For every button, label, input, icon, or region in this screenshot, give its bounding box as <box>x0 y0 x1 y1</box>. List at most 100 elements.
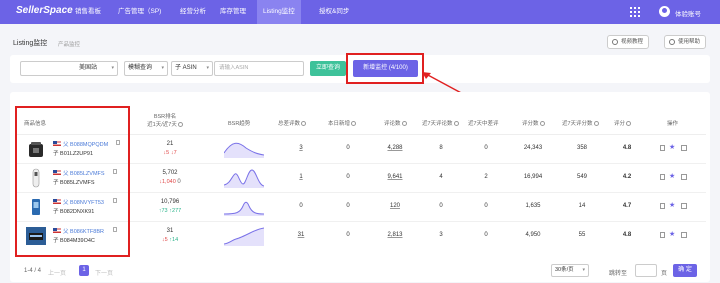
nav-item-sales-dashboard[interactable]: 销售看板 <box>69 0 107 24</box>
review-count[interactable]: 120 <box>382 203 408 209</box>
help-label: 使用帮助 <box>678 39 701 45</box>
document-icon[interactable] <box>660 174 665 180</box>
question-icon <box>593 121 599 127</box>
new-reviews-7d: 0 <box>439 203 443 209</box>
document-icon[interactable] <box>660 145 665 151</box>
question-icon <box>626 121 632 127</box>
checkbox-icon[interactable] <box>681 232 687 238</box>
header-new-ratings-7d: 近7天评分数 <box>562 121 599 128</box>
header-rating-count: 评分数 <box>522 121 545 128</box>
nav-item-business-analysis[interactable]: 经营分析 <box>174 0 212 24</box>
header-new-today: 本日新增 <box>328 121 357 128</box>
checkbox-icon[interactable] <box>681 145 687 151</box>
new-reviews-7d: 3 <box>439 232 443 238</box>
highlight-box-new-monitor <box>346 53 424 84</box>
rating-count: 4,950 <box>525 232 541 238</box>
query-button[interactable]: 立即查询 <box>310 61 346 76</box>
question-icon <box>351 121 357 127</box>
total-bad-reviews[interactable]: 31 <box>294 232 308 238</box>
confirm-button[interactable]: 确 定 <box>673 264 697 277</box>
new-ratings-7d: 549 <box>576 174 587 180</box>
bad-reviews-7d: 0 <box>484 232 488 238</box>
header-bsr: BSR排名 近1天/近7天 <box>142 114 188 129</box>
nav-item-auth-sync[interactable]: 授权&同步 <box>313 0 355 24</box>
new-ratings-7d: 55 <box>578 232 586 238</box>
nav-item-inventory[interactable]: 库存管理 <box>214 0 252 24</box>
bad-reviews-7d: 2 <box>484 174 488 180</box>
id-type-select[interactable]: 子 ASIN ▾ <box>171 61 213 76</box>
bsr-change: ↓5 ↓7 <box>163 150 177 156</box>
bsr-trend-sparkline <box>224 201 264 216</box>
new-today: 0 <box>346 174 350 180</box>
review-count[interactable]: 2,813 <box>382 232 408 238</box>
help-button[interactable]: 使用帮助 <box>664 35 707 49</box>
nav-item-listing-monitor[interactable]: Listing监控 <box>257 0 301 24</box>
total-bad-reviews: 0 <box>299 203 303 209</box>
new-ratings-7d: 14 <box>578 203 586 209</box>
page-title: Listing监控 <box>13 40 48 47</box>
question-icon <box>401 121 407 127</box>
total-bad-reviews[interactable]: 3 <box>296 145 306 151</box>
star-icon[interactable]: ★ <box>669 202 675 209</box>
header-action: 操作 <box>667 121 679 127</box>
prev-page-button[interactable]: 上一页 <box>48 268 66 277</box>
next-page-button[interactable]: 下一页 <box>95 268 113 277</box>
bad-reviews-7d: 0 <box>484 203 488 209</box>
rating: 4.2 <box>622 174 632 180</box>
bsr-change: ↑73 ↑277 <box>158 208 182 214</box>
rating-count: 1,635 <box>525 203 541 209</box>
pagination-summary: 1-4 / 4 <box>24 268 42 274</box>
page-size-value: 30条/页 <box>555 267 574 273</box>
bsr-change: ↓5 ↑14 <box>161 237 179 243</box>
app-logo[interactable]: SellerSpace <box>16 5 73 16</box>
header-total-bad-reviews: 总差评数 <box>278 121 307 128</box>
new-ratings-7d: 358 <box>576 145 587 151</box>
user-icon[interactable] <box>659 6 670 17</box>
grid-icon[interactable] <box>630 7 640 17</box>
bsr-rank: 10,796 <box>160 199 180 205</box>
rating: 4.8 <box>622 232 632 238</box>
total-bad-reviews[interactable]: 1 <box>296 174 306 180</box>
header-bsr-trend: BSR趋势 <box>228 121 251 127</box>
document-icon[interactable] <box>660 203 665 209</box>
nav-item-ad-management[interactable]: 广告管理（SP) <box>112 0 167 24</box>
page-size-select[interactable]: 30条/页 ▾ <box>551 264 589 277</box>
user-name[interactable]: 体验账号 <box>675 8 701 18</box>
video-tutorial-button[interactable]: 视频教程 <box>607 35 650 49</box>
bsr-trend-sparkline <box>224 142 264 158</box>
play-circle-icon <box>612 38 618 45</box>
jump-page-input[interactable] <box>635 264 657 277</box>
breadcrumb: 产品监控 <box>58 42 81 48</box>
asin-search-input[interactable]: 请输入ASIN <box>214 61 304 76</box>
top-nav-bar: SellerSpace 销售看板 广告管理（SP) 经营分析 库存管理 List… <box>0 0 720 24</box>
new-reviews-7d: 8 <box>439 145 443 151</box>
chevron-down-icon: ▾ <box>161 65 164 71</box>
header-review-count: 评论数 <box>384 121 407 128</box>
checkbox-icon[interactable] <box>681 203 687 209</box>
jump-label: 跳转至 <box>609 271 628 277</box>
document-icon[interactable] <box>660 232 665 238</box>
id-type-value: 子 ASIN <box>175 65 197 71</box>
bsr-trend-sparkline <box>224 227 264 246</box>
rating-count: 24,343 <box>523 145 543 151</box>
query-mode-select[interactable]: 模糊查询 ▾ <box>124 61 168 76</box>
header-rating: 评分 <box>614 121 632 128</box>
question-icon <box>301 121 307 127</box>
new-today: 0 <box>346 232 350 238</box>
header-bad-reviews-7d: 近7天中差评 <box>468 121 499 127</box>
bsr-rank: 21 <box>166 141 174 147</box>
bad-reviews-7d: 0 <box>484 145 488 151</box>
new-today: 0 <box>346 203 350 209</box>
new-today: 0 <box>346 145 350 151</box>
current-page-button[interactable]: 1 <box>79 265 89 276</box>
star-icon[interactable]: ★ <box>669 231 675 238</box>
query-mode-value: 模糊查询 <box>128 65 153 71</box>
review-count[interactable]: 9,641 <box>382 174 408 180</box>
checkbox-icon[interactable] <box>681 174 687 180</box>
new-reviews-7d: 4 <box>439 174 443 180</box>
star-icon[interactable]: ★ <box>669 173 675 180</box>
review-count[interactable]: 4,288 <box>382 145 408 151</box>
marketplace-select[interactable]: 美国站 ▾ <box>20 61 118 76</box>
star-icon[interactable]: ★ <box>669 144 675 151</box>
page-unit: 页 <box>661 271 668 277</box>
